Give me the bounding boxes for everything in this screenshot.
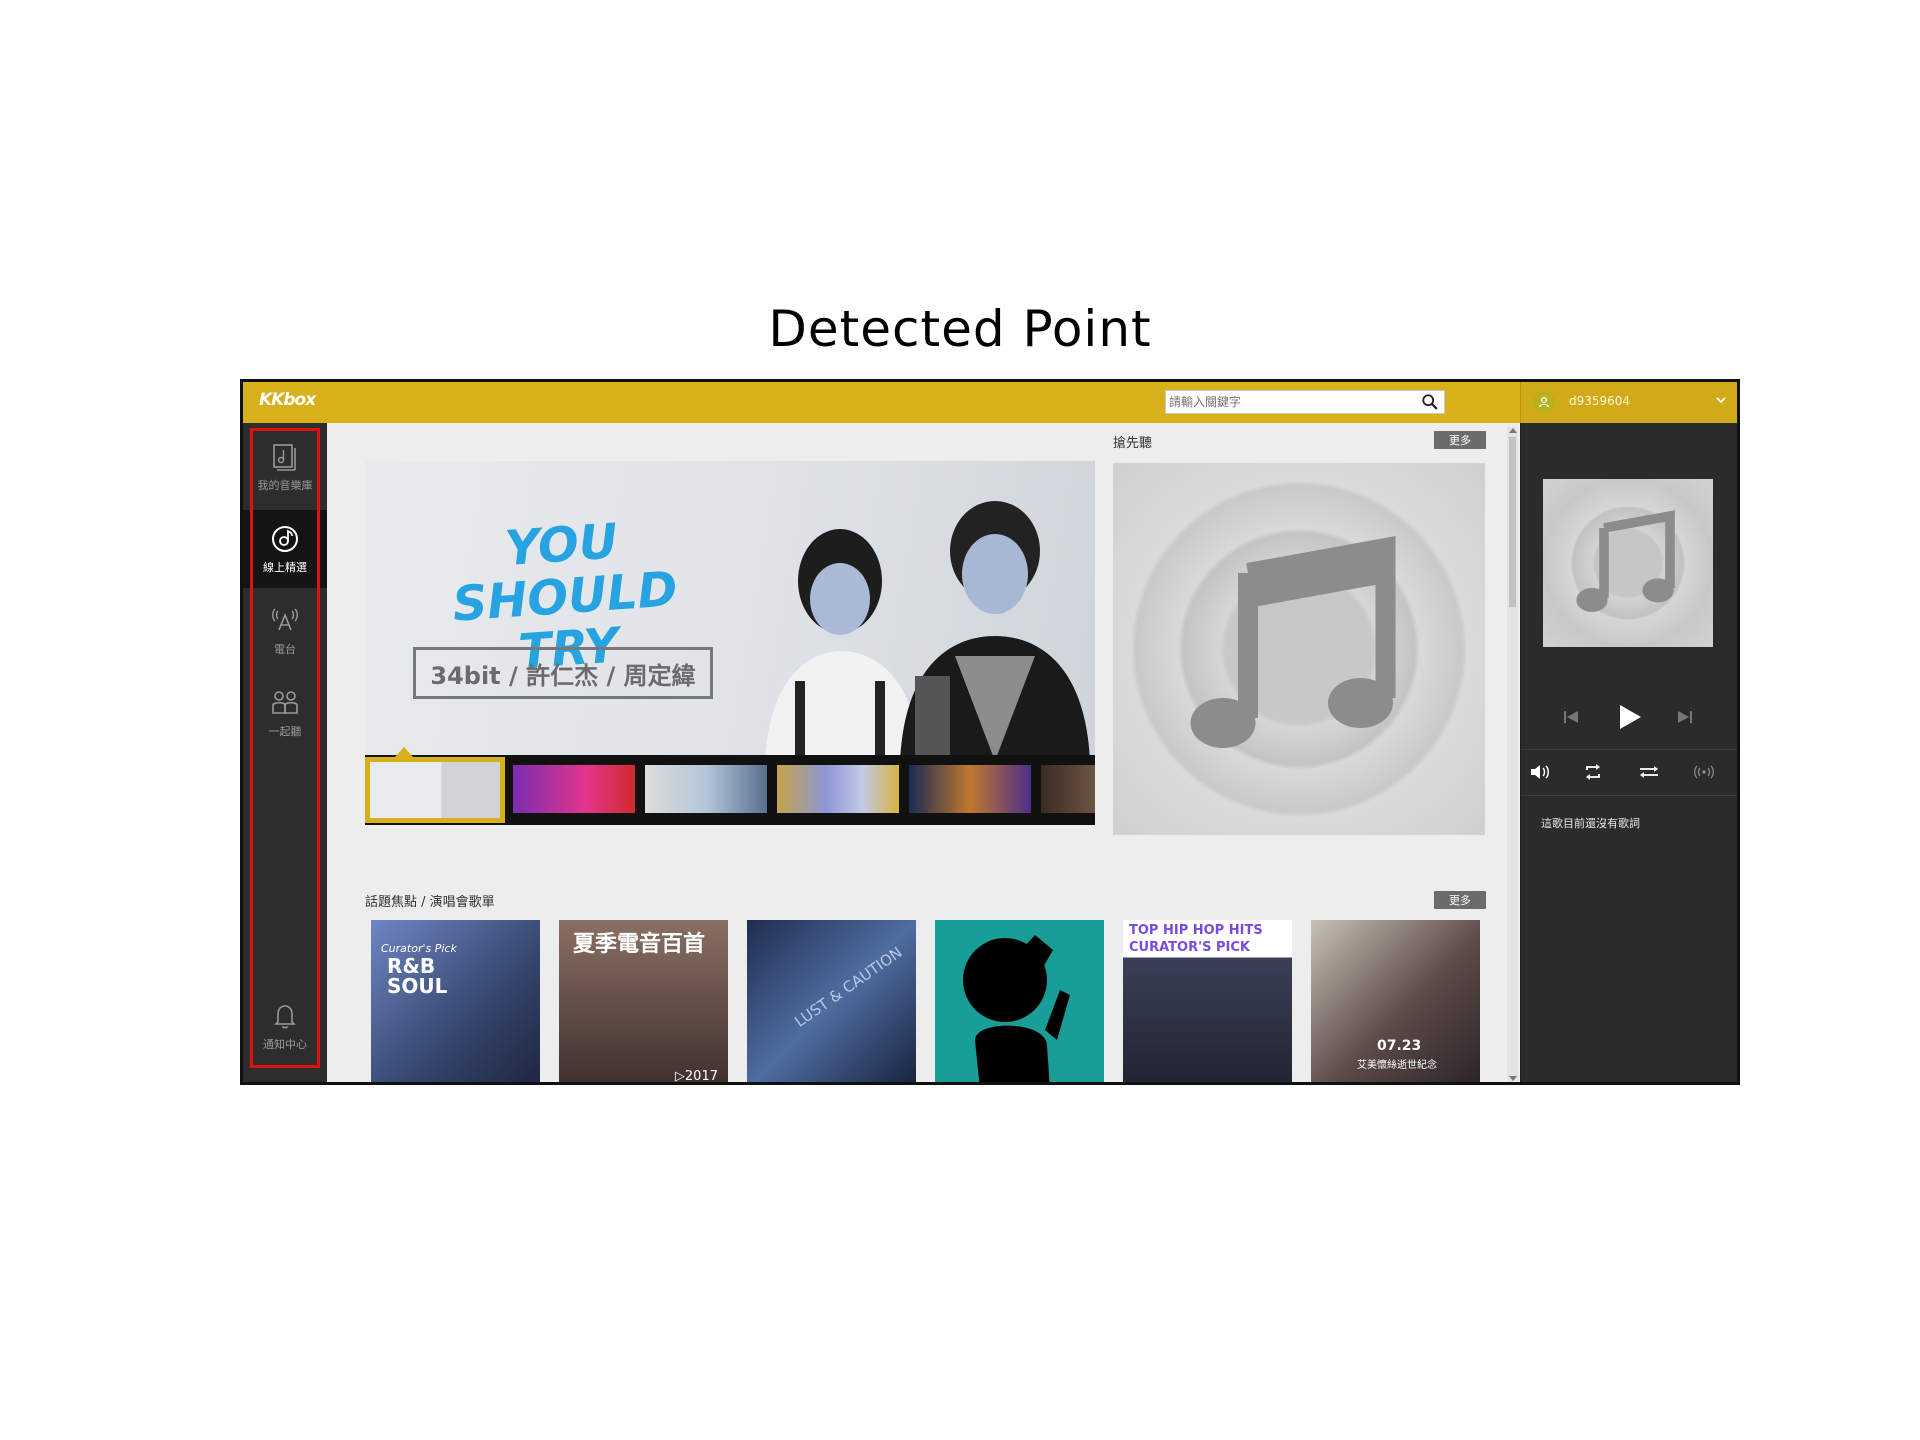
left-navigation: 我的音樂庫 線上精選 電台 一起聽 通知中心 xyxy=(243,423,327,1082)
music-note-icon xyxy=(1576,510,1675,612)
top-bar: KKbox xyxy=(243,382,1520,423)
playlist-card-row: Curator's Pick R&B SOUL 夏季電音百首 ▷2017 LUS… xyxy=(371,920,1491,1084)
main-scrollbar[interactable] xyxy=(1507,427,1518,1082)
music-note-icon xyxy=(1190,536,1396,748)
playlist-card[interactable]: TOP HIP HOP HITS CURATOR'S PICK xyxy=(1123,920,1292,1082)
nav-item-online-picks[interactable]: 線上精選 xyxy=(243,510,327,588)
scroll-down-arrow[interactable] xyxy=(1509,1076,1517,1081)
nav-item-my-library[interactable]: 我的音樂庫 xyxy=(243,428,327,506)
topics-more-button[interactable]: 更多 xyxy=(1434,891,1486,909)
skip-back-icon xyxy=(1564,711,1578,723)
topics-section-label: 話題焦點 / 演唱會歌單 xyxy=(365,895,495,910)
broadcast-icon xyxy=(1694,765,1714,779)
user-icon xyxy=(1538,396,1550,408)
banner-thumbnail[interactable] xyxy=(1039,763,1095,815)
featured-banner[interactable]: YOU SHOULD TRY 34bit / 許仁杰 / 周定緯 xyxy=(365,461,1095,757)
card-title: R&B SOUL xyxy=(387,954,448,998)
disc-icon xyxy=(272,526,298,552)
player-divider xyxy=(1521,795,1737,796)
previous-track-button[interactable] xyxy=(1561,707,1581,727)
playlist-card[interactable]: Curator's Pick R&B SOUL xyxy=(371,920,540,1082)
nav-item-radio[interactable]: 電台 xyxy=(243,592,327,670)
lyrics-message: 這歌目前還沒有歌詞 xyxy=(1541,817,1640,830)
search-icon[interactable] xyxy=(1421,393,1439,411)
shuffle-button[interactable] xyxy=(1637,761,1661,783)
search-box[interactable] xyxy=(1165,390,1445,414)
broadcast-button[interactable] xyxy=(1691,761,1717,783)
card-title: TOP HIP HOP HITS xyxy=(1129,923,1263,938)
scroll-thumb[interactable] xyxy=(1509,437,1516,607)
repeat-button[interactable] xyxy=(1581,761,1605,783)
listen-together-icon xyxy=(272,691,298,714)
player-panel: 這歌目前還沒有歌詞 xyxy=(1520,423,1737,1082)
volume-icon xyxy=(1531,765,1549,779)
card-title: LUST & CAUTION xyxy=(791,943,906,1031)
nav-label: 電台 xyxy=(274,643,296,656)
nav-label: 一起聽 xyxy=(268,725,302,738)
main-content: YOU SHOULD TRY 34bit / 許仁杰 / 周定緯 搶先聽 更多 … xyxy=(327,423,1520,1084)
nav-label: 線上精選 xyxy=(263,561,307,574)
active-thumbnail-pointer xyxy=(395,747,413,757)
radio-tower-icon xyxy=(272,608,298,631)
character-silhouette xyxy=(963,935,1070,1082)
banner-thumbnail[interactable] xyxy=(907,763,1033,815)
play-button[interactable] xyxy=(1615,703,1645,731)
figure-title: Detected Point xyxy=(768,300,1152,358)
banner-thumbnail[interactable] xyxy=(643,763,769,815)
card-title: 07.23 xyxy=(1377,1038,1422,1054)
player-divider xyxy=(1521,749,1737,750)
next-track-button[interactable] xyxy=(1675,707,1695,727)
banner-artists: 34bit / 許仁杰 / 周定緯 xyxy=(413,647,713,699)
banner-thumbnail-strip xyxy=(365,755,1095,825)
preview-album-art[interactable] xyxy=(1113,463,1485,835)
repeat-icon xyxy=(1586,764,1600,780)
avatar[interactable] xyxy=(1533,391,1555,413)
banner-thumbnail[interactable] xyxy=(775,763,901,815)
skip-forward-icon xyxy=(1678,711,1692,723)
playlist-card[interactable]: 夏季電音百首 ▷2017 xyxy=(559,920,728,1084)
nav-item-notifications[interactable]: 通知中心 xyxy=(243,987,327,1065)
nav-item-listen-together[interactable]: 一起聽 xyxy=(243,674,327,752)
now-playing-art xyxy=(1543,479,1713,647)
kkbox-app-window: KKbox d9359604 xyxy=(240,379,1740,1085)
artist-photo xyxy=(900,501,1090,757)
play-icon xyxy=(1620,705,1641,729)
volume-button[interactable] xyxy=(1529,761,1553,783)
kkbox-logo[interactable]: KKbox xyxy=(259,390,316,410)
nav-label: 通知中心 xyxy=(263,1038,307,1051)
shuffle-icon xyxy=(1640,766,1658,778)
card-subtitle: 艾美懷絲逝世紀念 xyxy=(1357,1060,1437,1071)
preview-section-label: 搶先聽 xyxy=(1113,436,1153,451)
banner-thumbnail[interactable] xyxy=(365,757,505,823)
playlist-card[interactable] xyxy=(935,920,1104,1082)
bell-icon xyxy=(274,1005,296,1029)
banner-thumbnail[interactable] xyxy=(511,763,637,815)
playlist-card[interactable]: 07.23 艾美懷絲逝世紀念 xyxy=(1311,920,1480,1082)
card-subtitle: ▷2017 xyxy=(674,1069,718,1084)
nav-label: 我的音樂庫 xyxy=(257,479,313,492)
card-title: 夏季電音百首 xyxy=(573,932,706,957)
user-menu[interactable]: d9359604 xyxy=(1520,382,1737,423)
playlist-card[interactable]: LUST & CAUTION xyxy=(747,920,916,1082)
music-library-icon xyxy=(273,444,296,471)
card-subtitle: CURATOR'S PICK xyxy=(1129,940,1250,955)
search-input[interactable] xyxy=(1169,393,1409,411)
username[interactable]: d9359604 xyxy=(1569,394,1630,408)
scroll-up-arrow[interactable] xyxy=(1509,428,1517,433)
chevron-down-icon[interactable] xyxy=(1715,394,1727,406)
preview-more-button[interactable]: 更多 xyxy=(1434,431,1486,449)
